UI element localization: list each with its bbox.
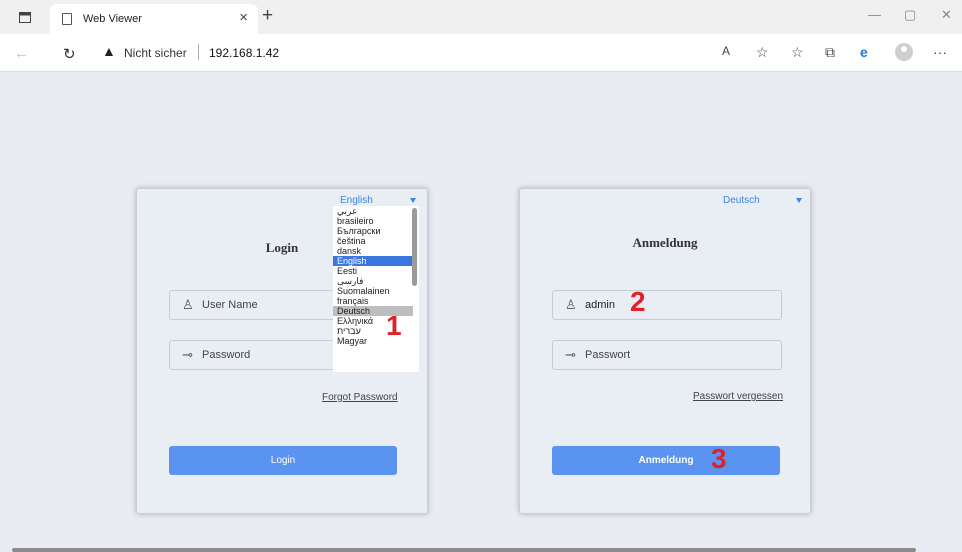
back-icon[interactable]: ← bbox=[14, 45, 29, 62]
step-marker-3: 3 bbox=[711, 443, 727, 474]
user-icon: ♙ bbox=[182, 297, 194, 312]
add-favorite-icon[interactable]: ☆ bbox=[756, 44, 769, 61]
close-tab-icon[interactable]: × bbox=[239, 9, 248, 26]
language-option[interactable]: English bbox=[333, 256, 413, 266]
language-select[interactable]: Deutsch bbox=[723, 195, 760, 206]
url-box[interactable]: ▲ Nicht sicher 192.168.1.42 bbox=[92, 39, 592, 66]
refresh-icon[interactable]: ↻ bbox=[63, 45, 76, 63]
more-menu-icon[interactable]: ··· bbox=[933, 44, 947, 60]
chevron-down-icon[interactable] bbox=[796, 198, 802, 203]
username-placeholder: User Name bbox=[202, 299, 258, 311]
page-scrollbar[interactable] bbox=[12, 548, 916, 552]
url-divider bbox=[198, 44, 199, 60]
profile-avatar[interactable] bbox=[895, 43, 913, 61]
read-aloud-icon[interactable]: A bbox=[722, 44, 730, 58]
tab-title: Web Viewer bbox=[83, 13, 142, 25]
key-icon: ⊸ bbox=[182, 347, 193, 362]
user-icon: ♙ bbox=[565, 297, 577, 312]
password-field[interactable]: ⊸ Passwort bbox=[552, 340, 782, 370]
address-bar: ← ↻ ▲ Nicht sicher 192.168.1.42 A ☆ ☆ ⧉ … bbox=[0, 34, 962, 72]
language-option[interactable]: dansk bbox=[333, 246, 413, 256]
warning-icon[interactable]: ▲ bbox=[102, 43, 116, 59]
language-option[interactable]: Български bbox=[333, 226, 413, 236]
language-option[interactable]: čeština bbox=[333, 236, 413, 246]
not-secure-label[interactable]: Nicht sicher bbox=[124, 46, 187, 60]
key-icon: ⊸ bbox=[565, 347, 576, 362]
close-window-icon[interactable]: ✕ bbox=[941, 7, 952, 23]
browser-tab[interactable]: Web Viewer × bbox=[50, 4, 258, 34]
login-panel-german: Deutsch Anmeldung ♙ admin ⊸ Passwort Pas… bbox=[519, 188, 811, 514]
login-button[interactable]: Anmeldung bbox=[552, 446, 780, 475]
url-text[interactable]: 192.168.1.42 bbox=[209, 46, 279, 60]
step-marker-2: 2 bbox=[630, 286, 646, 317]
language-option[interactable]: Suomalainen bbox=[333, 286, 413, 296]
step-marker-1: 1 bbox=[386, 310, 402, 341]
tab-bar: Web Viewer × + — ▢ ✕ bbox=[0, 0, 962, 34]
login-title: Anmeldung bbox=[632, 235, 698, 250]
forgot-password-link[interactable]: Forgot Password bbox=[322, 392, 398, 403]
language-option[interactable]: عربي bbox=[333, 206, 413, 216]
password-placeholder: Passwort bbox=[585, 349, 631, 361]
new-tab-button[interactable]: + bbox=[262, 5, 273, 27]
minimize-icon[interactable]: — bbox=[868, 7, 881, 22]
username-field[interactable]: ♙ admin bbox=[552, 290, 782, 320]
favorites-icon[interactable]: ☆ bbox=[791, 44, 804, 61]
username-value: admin bbox=[585, 299, 615, 311]
page-icon bbox=[62, 13, 72, 25]
language-select[interactable]: English bbox=[340, 195, 373, 206]
login-button[interactable]: Login bbox=[169, 446, 397, 475]
maximize-icon[interactable]: ▢ bbox=[904, 7, 916, 23]
language-dropdown-list: عربي brasileiro Български čeština dansk Engli… bbox=[333, 206, 419, 372]
language-option[interactable]: brasileiro bbox=[333, 216, 413, 226]
language-option[interactable]: Eesti bbox=[333, 266, 413, 276]
language-option[interactable]: français bbox=[333, 296, 413, 306]
dropdown-scrollbar[interactable] bbox=[412, 208, 417, 286]
edge-icon[interactable]: e bbox=[860, 44, 868, 60]
forgot-password-link[interactable]: Passwort vergessen bbox=[693, 391, 783, 402]
collections-icon[interactable]: ⧉ bbox=[825, 44, 835, 61]
chevron-down-icon[interactable] bbox=[410, 198, 416, 203]
language-option[interactable]: فارسی bbox=[333, 276, 413, 286]
tab-actions-icon[interactable] bbox=[14, 6, 36, 28]
password-placeholder: Password bbox=[202, 349, 251, 361]
